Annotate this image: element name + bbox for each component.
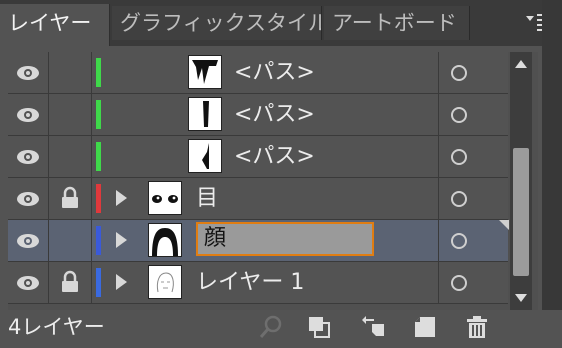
layer-row[interactable]: レイヤー 1: [8, 262, 508, 304]
panel-footer: 4レイヤー: [0, 310, 562, 344]
lock-toggle[interactable]: [49, 52, 92, 93]
lock-icon: [62, 270, 78, 292]
eye-icon: [17, 150, 39, 164]
target-column[interactable]: [438, 52, 509, 93]
visibility-toggle[interactable]: [8, 52, 49, 93]
layer-name[interactable]: <パス>: [234, 136, 315, 177]
layer-name[interactable]: 目: [196, 178, 218, 219]
tab-graphic-styles[interactable]: グラフィックスタイル: [112, 6, 322, 40]
target-column[interactable]: [438, 136, 509, 177]
layer-row[interactable]: 顔: [8, 220, 509, 262]
layer-color-bar: [96, 142, 101, 171]
lock-toggle[interactable]: [49, 136, 92, 177]
layer-color-bar: [96, 268, 101, 297]
target-column[interactable]: [438, 178, 509, 219]
lock-toggle[interactable]: [49, 178, 92, 219]
layer-count: 4レイヤー: [8, 315, 105, 339]
layer-name[interactable]: <パス>: [234, 94, 315, 135]
layer-color-bar: [96, 226, 101, 255]
target-column[interactable]: [438, 220, 509, 261]
eyes-thumb: [148, 181, 182, 215]
vertical-scrollbar[interactable]: [510, 52, 532, 310]
layer-row[interactable]: <パス>: [8, 94, 508, 136]
tab-layers[interactable]: レイヤー: [0, 4, 110, 46]
trash-icon[interactable]: [464, 314, 490, 340]
layer-name[interactable]: レイヤー 1: [196, 262, 304, 303]
layers-list: <パス> <パス> <パス> 目 顔 レイヤー 1: [8, 52, 538, 310]
layer-row[interactable]: <パス>: [8, 136, 508, 178]
eye-icon: [17, 276, 39, 290]
panel-edge-strip: [542, 0, 562, 344]
eye-icon: [17, 66, 39, 80]
scroll-thumb[interactable]: [513, 148, 529, 276]
target-circle-icon[interactable]: [451, 149, 467, 165]
target-circle-icon[interactable]: [451, 107, 467, 123]
layer-color-bar: [96, 58, 101, 87]
lock-toggle[interactable]: [49, 220, 92, 261]
target-column[interactable]: [438, 262, 509, 303]
lock-toggle[interactable]: [49, 94, 92, 135]
panel-tab-bar: レイヤー グラフィックスタイル アートボード: [0, 0, 562, 46]
create-sublayer-icon[interactable]: [360, 314, 386, 340]
visibility-toggle[interactable]: [8, 220, 49, 261]
path1-thumb: [188, 55, 222, 89]
scroll-down-icon[interactable]: [515, 294, 527, 302]
eye-icon: [17, 234, 39, 248]
eye-icon: [17, 192, 39, 206]
disclosure-triangle-icon[interactable]: [116, 232, 127, 248]
path2-thumb: [188, 97, 222, 131]
disclosure-triangle-icon[interactable]: [116, 274, 127, 290]
visibility-toggle[interactable]: [8, 178, 49, 219]
scroll-up-icon[interactable]: [515, 60, 527, 68]
target-circle-icon[interactable]: [451, 65, 467, 81]
sketch-thumb: [148, 265, 182, 299]
layer-row[interactable]: 目: [8, 178, 508, 220]
eye-icon: [17, 108, 39, 122]
create-new-layer-icon[interactable]: [412, 314, 438, 340]
visibility-toggle[interactable]: [8, 262, 49, 303]
layer-color-bar: [96, 184, 101, 213]
selection-indicator: [499, 220, 509, 230]
disclosure-triangle-icon[interactable]: [116, 190, 127, 206]
face-thumb: [148, 223, 182, 257]
layer-name-input[interactable]: 顔: [196, 222, 374, 256]
locate-object-icon[interactable]: [258, 314, 284, 340]
make-clipping-mask-icon[interactable]: [306, 314, 332, 340]
target-column[interactable]: [438, 94, 509, 135]
target-circle-icon[interactable]: [451, 233, 467, 249]
lock-icon: [62, 186, 78, 208]
tab-artboards[interactable]: アートボード: [324, 6, 470, 40]
lock-toggle[interactable]: [49, 262, 92, 303]
target-circle-icon[interactable]: [451, 191, 467, 207]
visibility-toggle[interactable]: [8, 94, 49, 135]
layer-name[interactable]: <パス>: [234, 52, 315, 93]
layer-color-bar: [96, 100, 101, 129]
path3-thumb: [188, 139, 222, 173]
layer-row[interactable]: <パス>: [8, 52, 508, 94]
visibility-toggle[interactable]: [8, 136, 49, 177]
target-circle-icon[interactable]: [451, 275, 467, 291]
